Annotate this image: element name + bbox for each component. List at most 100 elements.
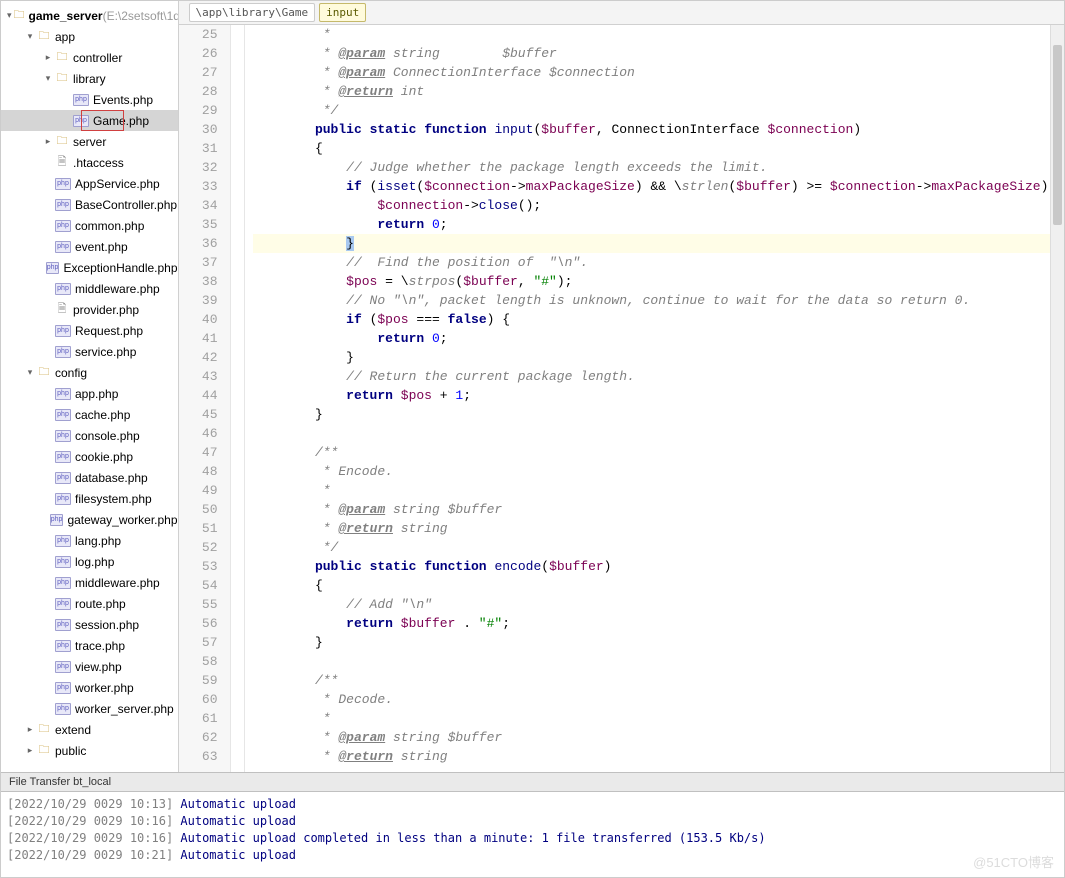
- tree-arrow-icon[interactable]: ▾: [43, 74, 53, 84]
- code-line[interactable]: * Decode.: [253, 690, 1064, 709]
- tree-item[interactable]: phptrace.php: [1, 635, 178, 656]
- tree-item[interactable]: phpEvents.php: [1, 89, 178, 110]
- code-line[interactable]: *: [253, 709, 1064, 728]
- code-line[interactable]: * @param string $buffer: [253, 500, 1064, 519]
- tree-item[interactable]: ▸🗀controller: [1, 47, 178, 68]
- code-line[interactable]: */: [253, 101, 1064, 120]
- code-line[interactable]: }: [253, 234, 1064, 253]
- code-line[interactable]: if ($pos === false) {: [253, 310, 1064, 329]
- tree-item[interactable]: ▾🗀app: [1, 26, 178, 47]
- code-line[interactable]: * @return string: [253, 747, 1064, 766]
- tree-arrow-icon[interactable]: [43, 431, 53, 441]
- code-line[interactable]: {: [253, 139, 1064, 158]
- code-line[interactable]: if (isset($connection->maxPackageSize) &…: [253, 177, 1064, 196]
- tree-arrow-icon[interactable]: [43, 326, 53, 336]
- code-line[interactable]: /**: [253, 443, 1064, 462]
- code-area[interactable]: 2526272829303132333435363738394041424344…: [179, 25, 1064, 772]
- code-line[interactable]: }: [253, 405, 1064, 424]
- tree-item[interactable]: phproute.php: [1, 593, 178, 614]
- breadcrumb-path[interactable]: \app\library\Game: [189, 3, 316, 22]
- tree-arrow-icon[interactable]: [61, 116, 71, 126]
- code-line[interactable]: // Find the position of "\n".: [253, 253, 1064, 272]
- code-line[interactable]: * Encode.: [253, 462, 1064, 481]
- tree-item[interactable]: phpconsole.php: [1, 425, 178, 446]
- tree-item[interactable]: phpmiddleware.php: [1, 278, 178, 299]
- tree-arrow-icon[interactable]: [43, 389, 53, 399]
- tree-arrow-icon[interactable]: [43, 494, 53, 504]
- tree-item[interactable]: phpworker_server.php: [1, 698, 178, 719]
- tree-item[interactable]: phpsession.php: [1, 614, 178, 635]
- code-line[interactable]: [253, 652, 1064, 671]
- code-line[interactable]: return 0;: [253, 329, 1064, 348]
- tree-item[interactable]: phpcommon.php: [1, 215, 178, 236]
- code-line[interactable]: *: [253, 25, 1064, 44]
- code-line[interactable]: [253, 424, 1064, 443]
- tree-item[interactable]: 🗎.htaccess: [1, 152, 178, 173]
- tree-arrow-icon[interactable]: [43, 263, 44, 273]
- code-line[interactable]: // Judge whether the package length exce…: [253, 158, 1064, 177]
- code-line[interactable]: // No "\n", packet length is unknown, co…: [253, 291, 1064, 310]
- code-line[interactable]: return $pos + 1;: [253, 386, 1064, 405]
- tree-item[interactable]: phpGame.php: [1, 110, 178, 131]
- tree-arrow-icon[interactable]: [43, 221, 53, 231]
- code-line[interactable]: public static function encode($buffer): [253, 557, 1064, 576]
- tree-arrow-icon[interactable]: [43, 242, 53, 252]
- tree-item[interactable]: phpapp.php: [1, 383, 178, 404]
- tree-item[interactable]: phpcookie.php: [1, 446, 178, 467]
- tree-arrow-icon[interactable]: [43, 347, 53, 357]
- editor-scrollbar[interactable]: [1050, 25, 1064, 772]
- tree-arrow-icon[interactable]: [43, 452, 53, 462]
- fold-gutter[interactable]: [231, 25, 245, 772]
- tree-arrow-icon[interactable]: [43, 536, 53, 546]
- code-line[interactable]: *: [253, 481, 1064, 500]
- code-line[interactable]: * @param string $buffer: [253, 44, 1064, 63]
- code-line[interactable]: return $buffer . "#";: [253, 614, 1064, 633]
- code-content[interactable]: * * @param string $buffer * @param Conne…: [245, 25, 1064, 772]
- code-line[interactable]: * @return string: [253, 519, 1064, 538]
- tree-item[interactable]: ▾🗀library: [1, 68, 178, 89]
- tree-arrow-icon[interactable]: [43, 578, 53, 588]
- tree-item[interactable]: ▸🗀extend: [1, 719, 178, 740]
- tree-arrow-icon[interactable]: [43, 284, 53, 294]
- tree-arrow-icon[interactable]: [43, 515, 48, 525]
- tree-arrow-icon[interactable]: ▸: [25, 746, 35, 756]
- project-tree[interactable]: ▾🗀game_server (E:\2setsoft\1dev\php▾🗀app…: [1, 1, 179, 772]
- tree-item[interactable]: phpview.php: [1, 656, 178, 677]
- chevron-down-icon[interactable]: ▾: [7, 11, 12, 21]
- tree-arrow-icon[interactable]: ▸: [43, 53, 53, 63]
- tree-item[interactable]: phpExceptionHandle.php: [1, 257, 178, 278]
- code-line[interactable]: /**: [253, 671, 1064, 690]
- tree-arrow-icon[interactable]: [43, 641, 53, 651]
- tree-item[interactable]: phpRequest.php: [1, 320, 178, 341]
- tree-arrow-icon[interactable]: [43, 620, 53, 630]
- tree-item[interactable]: phpmiddleware.php: [1, 572, 178, 593]
- code-line[interactable]: return 0;: [253, 215, 1064, 234]
- tree-item[interactable]: ▾🗀config: [1, 362, 178, 383]
- tree-item[interactable]: phpservice.php: [1, 341, 178, 362]
- tree-arrow-icon[interactable]: [43, 557, 53, 567]
- tree-item[interactable]: ▸🗀public: [1, 740, 178, 761]
- tree-item[interactable]: phpAppService.php: [1, 173, 178, 194]
- tree-arrow-icon[interactable]: ▾: [25, 32, 35, 42]
- code-line[interactable]: {: [253, 576, 1064, 595]
- tree-item[interactable]: phpfilesystem.php: [1, 488, 178, 509]
- code-line[interactable]: }: [253, 348, 1064, 367]
- tree-arrow-icon[interactable]: [43, 200, 53, 210]
- code-line[interactable]: */: [253, 538, 1064, 557]
- tree-arrow-icon[interactable]: ▾: [25, 368, 35, 378]
- code-line[interactable]: // Add "\n": [253, 595, 1064, 614]
- breadcrumb-method[interactable]: input: [319, 3, 366, 22]
- tree-item[interactable]: phpcache.php: [1, 404, 178, 425]
- tree-arrow-icon[interactable]: [43, 410, 53, 420]
- tree-arrow-icon[interactable]: [43, 158, 53, 168]
- tree-arrow-icon[interactable]: [43, 704, 53, 714]
- tree-item[interactable]: ▸🗀server: [1, 131, 178, 152]
- code-line[interactable]: // Return the current package length.: [253, 367, 1064, 386]
- tree-arrow-icon[interactable]: [43, 305, 53, 315]
- tree-arrow-icon[interactable]: [43, 599, 53, 609]
- tree-item[interactable]: 🗎provider.php: [1, 299, 178, 320]
- tree-item[interactable]: phpevent.php: [1, 236, 178, 257]
- log-panel[interactable]: [2022/10/29 0029 10:13] Automatic upload…: [1, 792, 1064, 877]
- code-line[interactable]: $pos = \strpos($buffer, "#");: [253, 272, 1064, 291]
- code-line[interactable]: }: [253, 633, 1064, 652]
